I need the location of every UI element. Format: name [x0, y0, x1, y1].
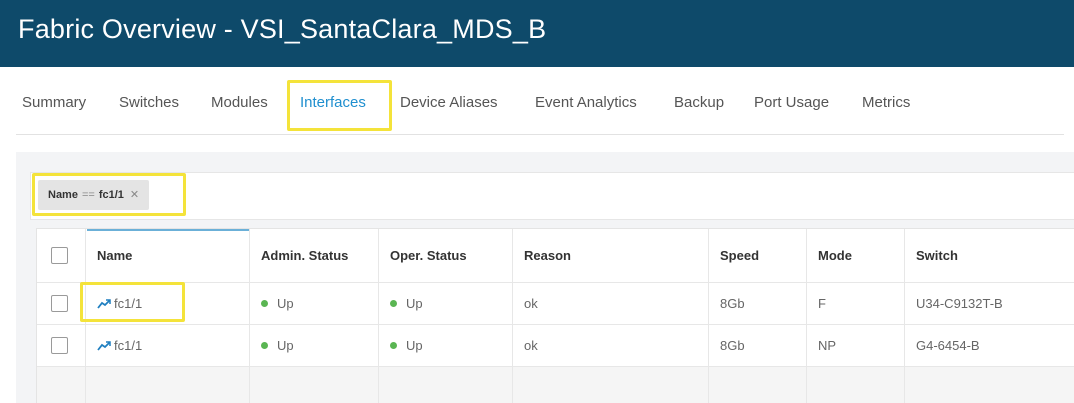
column-divider	[904, 229, 905, 403]
name-cell: fc1/1	[97, 325, 142, 366]
admin-status-cell: Up	[261, 283, 294, 324]
switch-cell: G4-6454-B	[916, 338, 980, 353]
highlight-name-cell	[80, 282, 185, 322]
tab-summary[interactable]: Summary	[22, 88, 86, 118]
empty-table-area	[37, 367, 1074, 403]
tabs-divider	[16, 134, 1064, 135]
oper-status-cell: Up	[390, 325, 423, 366]
tab-device-aliases[interactable]: Device Aliases	[400, 88, 498, 118]
column-header-reason[interactable]: Reason	[524, 229, 571, 282]
speed-cell: 8Gb	[720, 338, 745, 353]
page-title: Fabric Overview - VSI_SantaClara_MDS_B	[18, 14, 547, 44]
status-up-dot	[390, 300, 397, 307]
oper-status: Up	[406, 296, 423, 311]
tab-bar: Summary Switches Modules Interfaces Devi…	[0, 88, 1074, 136]
tab-metrics[interactable]: Metrics	[862, 88, 910, 118]
column-header-oper-status[interactable]: Oper. Status	[390, 229, 467, 282]
column-divider	[806, 229, 807, 403]
column-header-speed[interactable]: Speed	[720, 229, 759, 282]
column-header-admin-status[interactable]: Admin. Status	[261, 229, 348, 282]
mode-cell: NP	[818, 338, 837, 353]
tab-modules[interactable]: Modules	[211, 88, 268, 118]
table-row[interactable]: fc1/1 Up Up ok 8Gb NP G4-6454-B	[37, 325, 1074, 367]
interface-name-link[interactable]: fc1/1	[114, 338, 142, 353]
status-up-dot	[390, 342, 397, 349]
admin-status-cell: Up	[261, 325, 294, 366]
title-bar: Fabric Overview - VSI_SantaClara_MDS_B	[0, 0, 1074, 67]
highlight-interfaces-tab	[287, 80, 392, 131]
row-checkbox[interactable]	[51, 337, 68, 354]
column-header-mode[interactable]: Mode	[818, 229, 852, 282]
column-divider	[249, 229, 250, 403]
status-up-dot	[261, 300, 268, 307]
trend-icon[interactable]	[97, 340, 111, 351]
switch-cell: U34-C9132T-B	[916, 296, 1003, 311]
tab-event-analytics[interactable]: Event Analytics	[535, 88, 637, 118]
speed-cell: 8Gb	[720, 296, 745, 311]
tab-port-usage[interactable]: Port Usage	[754, 88, 829, 118]
oper-status: Up	[406, 338, 423, 353]
select-all-checkbox[interactable]	[51, 247, 68, 264]
tab-backup[interactable]: Backup	[674, 88, 724, 118]
interfaces-table: Name Admin. Status Oper. Status Reason S…	[36, 228, 1074, 403]
status-up-dot	[261, 342, 268, 349]
row-checkbox[interactable]	[51, 295, 68, 312]
reason-cell: ok	[524, 296, 538, 311]
tab-switches[interactable]: Switches	[119, 88, 179, 118]
admin-status: Up	[277, 338, 294, 353]
table-row[interactable]: fc1/1 Up Up ok 8Gb F U34-C9132T-B	[37, 283, 1074, 325]
filter-bar[interactable]	[30, 172, 1074, 220]
column-divider	[378, 229, 379, 403]
table-header-row: Name Admin. Status Oper. Status Reason S…	[37, 229, 1074, 283]
reason-cell: ok	[524, 338, 538, 353]
oper-status-cell: Up	[390, 283, 423, 324]
mode-cell: F	[818, 296, 826, 311]
column-header-switch[interactable]: Switch	[916, 229, 958, 282]
column-header-name[interactable]: Name	[97, 229, 132, 282]
admin-status: Up	[277, 296, 294, 311]
highlight-filter-chip	[32, 173, 186, 216]
column-divider	[708, 229, 709, 403]
column-divider	[512, 229, 513, 403]
